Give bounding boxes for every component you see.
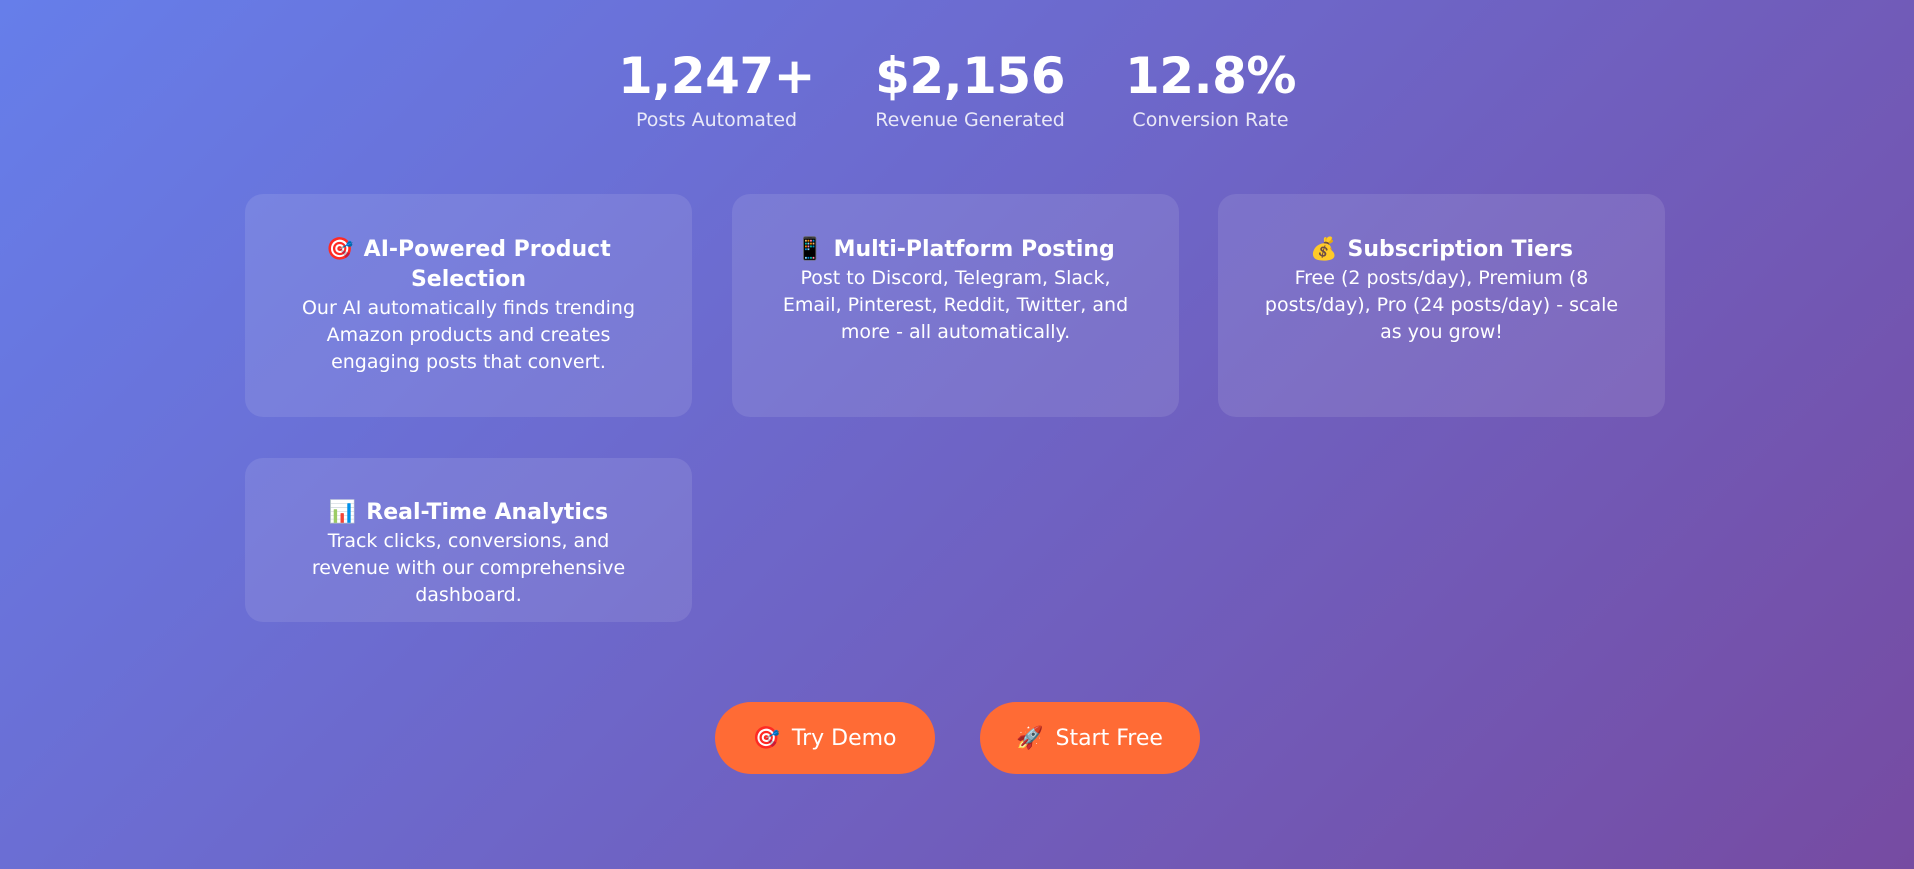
feature-card-real-time-analytics: 📊 Real-Time Analytics Track clicks, conve… xyxy=(245,458,692,622)
stat-label: Conversion Rate xyxy=(1132,109,1289,131)
feature-card-title-text: Real-Time Analytics xyxy=(366,500,609,525)
feature-card-title: 📱 Multi-Platform Posting xyxy=(776,235,1135,265)
stat-value: 12.8% xyxy=(1125,47,1296,105)
target-icon: 🎯 xyxy=(326,237,354,262)
bar-chart-icon: 📊 xyxy=(328,500,357,525)
stat-value: 1,247+ xyxy=(618,47,816,105)
rocket-icon: 🚀 xyxy=(1016,725,1044,751)
stat-label: Posts Automated xyxy=(635,109,798,131)
stat-label: Revenue Generated xyxy=(875,109,1065,131)
feature-card-subscription-tiers: 💰 Subscription Tiers Free (2 posts/day), … xyxy=(1218,194,1665,417)
start-free-button[interactable]: 🚀 Start Free xyxy=(979,702,1200,774)
feature-card-title: 📊 Real-Time Analytics xyxy=(289,498,648,528)
feature-card-description: Post to Discord, Telegram, Slack, Email,… xyxy=(782,267,1129,343)
try-demo-label: Try Demo xyxy=(791,725,897,751)
stat-conversion-rate: 12.8% Conversion Rate xyxy=(1125,46,1296,132)
cta-button-row: 🎯 Try Demo 🚀 Start Free xyxy=(0,702,1914,774)
try-demo-button[interactable]: 🎯 Try Demo xyxy=(714,702,935,774)
target-icon: 🎯 xyxy=(752,725,780,751)
start-free-label: Start Free xyxy=(1055,725,1163,751)
mobile-phone-icon: 📱 xyxy=(796,237,824,262)
feature-card-description: Free (2 posts/day), Premium (8 posts/day… xyxy=(1264,267,1619,343)
feature-card-ai-product-selection: 🎯 AI-Powered Product Selection Our AI aut… xyxy=(245,194,692,417)
stat-posts-automated: 1,247+ Posts Automated xyxy=(618,46,816,132)
feature-card-description: Track clicks, conversions, and revenue w… xyxy=(311,530,626,606)
feature-card-title-text: Subscription Tiers xyxy=(1347,237,1573,262)
feature-card-title-text: Multi-Platform Posting xyxy=(833,237,1115,262)
feature-card-title: 💰 Subscription Tiers xyxy=(1262,235,1621,265)
stat-value: $2,156 xyxy=(875,47,1066,105)
stat-revenue-generated: $2,156 Revenue Generated xyxy=(875,46,1065,132)
feature-card-description: Our AI automatically finds trending Amaz… xyxy=(301,297,636,373)
feature-card-title-text: AI-Powered Product Selection xyxy=(363,237,611,292)
money-bag-icon: 💰 xyxy=(1310,237,1338,262)
stats-row: 1,247+ Posts Automated $2,156 Revenue Ge… xyxy=(0,46,1914,132)
feature-card-multi-platform-posting: 📱 Multi-Platform Posting Post to Discord,… xyxy=(732,194,1179,417)
feature-card-title: 🎯 AI-Powered Product Selection xyxy=(289,235,648,295)
